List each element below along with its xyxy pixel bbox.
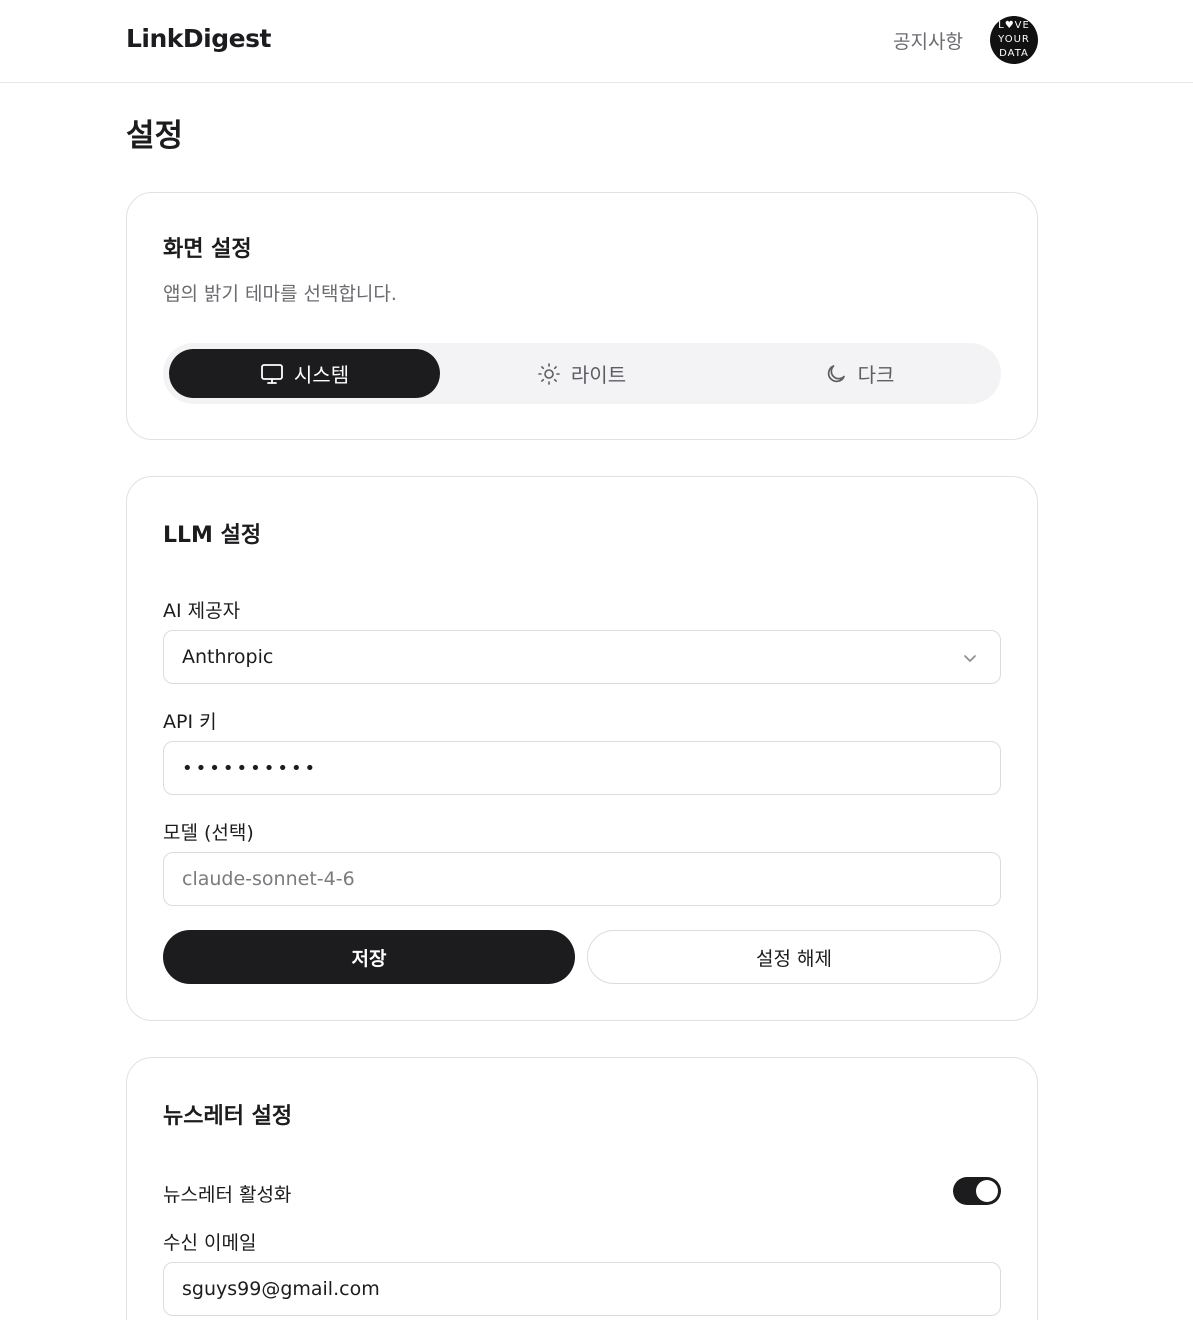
provider-value: Anthropic <box>182 646 274 668</box>
chevron-down-icon <box>962 649 978 671</box>
model-field[interactable] <box>163 852 1001 906</box>
provider-label: AI 제공자 <box>163 600 241 622</box>
theme-dark-button[interactable]: 다크 <box>723 349 995 398</box>
display-settings-title: 화면 설정 <box>163 237 252 262</box>
api-key-input[interactable]: •••••••••• <box>163 741 1001 795</box>
email-field[interactable]: sguys99@gmail.com <box>163 1262 1001 1316</box>
model-input[interactable] <box>182 868 1000 890</box>
email-value: sguys99@gmail.com <box>182 1278 380 1300</box>
api-key-value: •••••••••• <box>182 757 319 779</box>
theme-system-button[interactable]: 시스템 <box>169 349 440 398</box>
reset-settings-button[interactable]: 설정 해제 <box>587 930 1001 984</box>
display-settings-card: 화면 설정 앱의 밝기 테마를 선택합니다. 시스템 라이트 다크 <box>126 192 1038 440</box>
provider-select[interactable]: Anthropic <box>163 630 1001 684</box>
display-settings-description: 앱의 밝기 테마를 선택합니다. <box>163 283 397 305</box>
api-key-label: API 키 <box>163 711 217 733</box>
llm-settings-title: LLM 설정 <box>163 523 262 548</box>
avatar-line-1: L♥VE <box>998 20 1030 31</box>
model-label: 모델 (선택) <box>163 822 254 844</box>
theme-light-label: 라이트 <box>570 363 627 387</box>
llm-settings-card: LLM 설정 AI 제공자 Anthropic API 키 ••••••••••… <box>126 476 1038 1021</box>
newsletter-settings-card: 뉴스레터 설정 뉴스레터 활성화 수신 이메일 sguys99@gmail.co… <box>126 1057 1038 1320</box>
avatar-line-3: DATA <box>999 48 1029 59</box>
avatar[interactable]: L♥VE YOUR DATA <box>990 16 1038 64</box>
page-title: 설정 <box>126 118 184 154</box>
avatar-line-2: YOUR <box>998 34 1030 45</box>
theme-selector: 시스템 라이트 다크 <box>163 343 1001 404</box>
moon-icon <box>824 362 848 386</box>
email-label: 수신 이메일 <box>163 1232 257 1254</box>
theme-system-label: 시스템 <box>293 363 350 387</box>
theme-light-button[interactable]: 라이트 <box>440 349 723 398</box>
newsletter-enable-toggle[interactable] <box>953 1177 1001 1205</box>
save-button[interactable]: 저장 <box>163 930 575 984</box>
newsletter-settings-title: 뉴스레터 설정 <box>163 1104 293 1129</box>
theme-dark-label: 다크 <box>857 363 895 387</box>
top-header: LinkDigest 공지사항 L♥VE YOUR DATA <box>0 0 1193 83</box>
sun-icon <box>537 362 561 386</box>
toggle-knob <box>976 1180 998 1202</box>
monitor-icon <box>260 363 284 385</box>
notice-link[interactable]: 공지사항 <box>893 27 963 54</box>
app-logo[interactable]: LinkDigest <box>126 24 271 53</box>
newsletter-enable-label: 뉴스레터 활성화 <box>163 1184 292 1206</box>
